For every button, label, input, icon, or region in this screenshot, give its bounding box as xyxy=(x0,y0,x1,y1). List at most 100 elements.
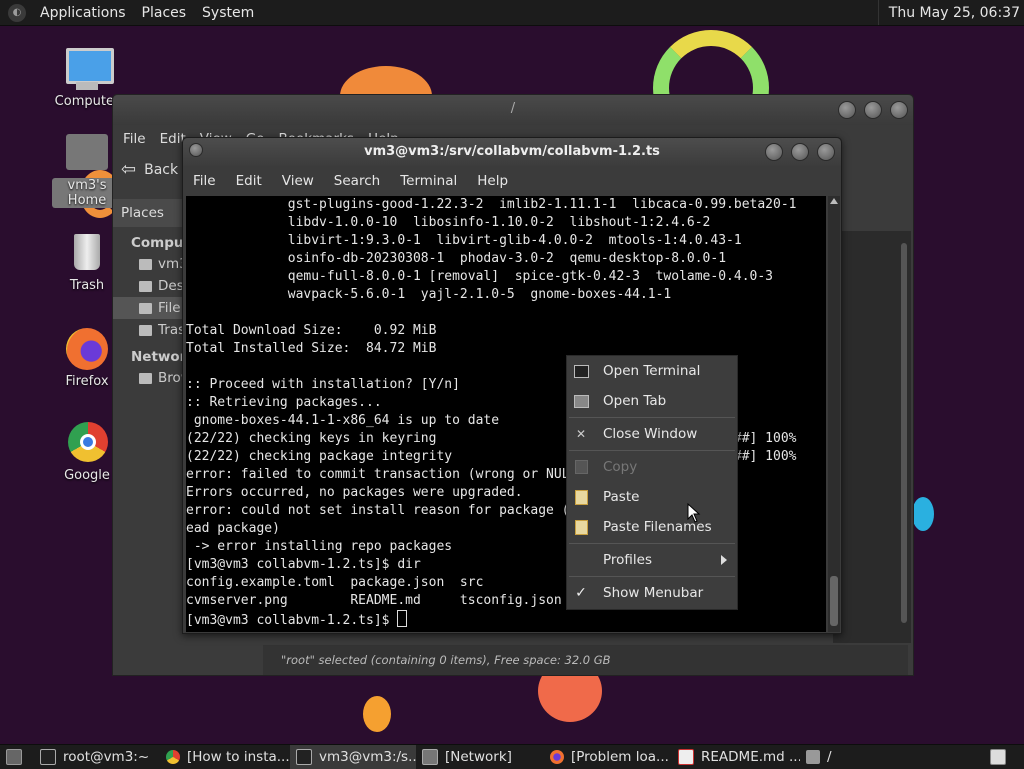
network-icon xyxy=(422,749,438,765)
taskbar-item-readme[interactable]: README.md ... xyxy=(672,745,800,769)
close-icon: ✕ xyxy=(575,427,587,441)
taskbar-item-label: / xyxy=(827,749,832,765)
terminal-window: vm3@vm3:/srv/collabvm/collabvm-1.2.ts Fi… xyxy=(182,137,842,634)
taskbar-item-label: [How to insta... xyxy=(187,749,290,765)
terminal-line: osinfo-db-20230308-1 phodav-3.0-2 qemu-d… xyxy=(186,251,727,266)
scrollbar-thumb[interactable] xyxy=(830,576,838,626)
copy-icon xyxy=(573,459,589,475)
minimize-button[interactable] xyxy=(838,101,856,119)
places-sidebar: Places Computer vm3 Desktop File System … xyxy=(113,199,268,639)
window-menu-button[interactable] xyxy=(189,143,203,157)
close-button[interactable] xyxy=(817,143,835,161)
taskbar-item-label: vm3@vm3:/s... xyxy=(319,749,416,765)
menu-item-label: Copy xyxy=(603,459,638,475)
places-menu[interactable]: Places xyxy=(134,5,195,21)
workspace-icon xyxy=(990,749,1006,765)
taskbar-item-browser[interactable]: [How to insta... xyxy=(160,745,290,769)
taskbar-item-label: [Network] xyxy=(445,749,512,765)
places-header[interactable]: Places xyxy=(113,199,183,227)
terminal-line: gst-plugins-good-1.22.3-2 imlib2-1.11.1-… xyxy=(186,197,797,212)
sidebar-item-trash[interactable]: Trash xyxy=(113,319,194,341)
chrome-icon xyxy=(62,420,112,466)
file-manager-titlebar[interactable]: / xyxy=(113,95,913,125)
paste-icon xyxy=(573,519,589,535)
folder-icon xyxy=(806,750,820,764)
applications-menu[interactable]: Applications xyxy=(32,5,134,21)
workspace-switcher[interactable] xyxy=(984,745,1024,769)
taskbar-item-network[interactable]: [Network] xyxy=(416,745,544,769)
terminal-scrollbar[interactable] xyxy=(828,196,840,632)
fm-menu-file[interactable]: File xyxy=(123,131,146,147)
file-view-scrollbar[interactable] xyxy=(899,233,909,643)
close-button[interactable] xyxy=(890,101,908,119)
terminal-icon xyxy=(573,363,589,379)
clock[interactable]: Thu May 25, 06:37 xyxy=(877,0,1024,25)
term-menu-view[interactable]: View xyxy=(282,173,314,189)
terminal-line: Total Download Size: 0.92 MiB xyxy=(186,323,437,338)
new-tab-icon xyxy=(573,393,589,409)
home-folder-icon xyxy=(62,130,112,176)
home-icon xyxy=(139,258,152,270)
menu-separator xyxy=(569,450,735,451)
term-menu-help[interactable]: Help xyxy=(477,173,508,189)
menu-item-label: Profiles xyxy=(603,552,653,568)
paste-icon xyxy=(573,489,589,505)
menu-item-label: Open Terminal xyxy=(603,363,701,379)
terminal-prompt-line: [vm3@vm3 collabvm-1.2.ts]$ xyxy=(186,610,826,628)
taskbar-item-label: root@vm3:~ xyxy=(63,749,150,765)
desktop-icon xyxy=(139,280,152,292)
back-arrow-icon: ⇦ xyxy=(121,159,137,180)
term-menu-search[interactable]: Search xyxy=(334,173,380,189)
show-desktop-button[interactable] xyxy=(0,745,34,769)
scrollbar-thumb[interactable] xyxy=(901,243,907,623)
terminal-cursor xyxy=(397,610,408,627)
distro-logo-icon[interactable]: ◐ xyxy=(8,3,26,22)
show-desktop-icon xyxy=(6,749,22,765)
maximize-button[interactable] xyxy=(791,143,809,161)
back-button[interactable]: ⇦ Back xyxy=(121,159,178,180)
terminal-line: wavpack-5.6.0-1 yajl-2.1.0-5 gnome-boxes… xyxy=(186,287,672,302)
menu-separator xyxy=(569,417,735,418)
sidebar-item-home[interactable]: vm3 xyxy=(113,253,188,275)
menu-item-label: Paste xyxy=(603,489,640,505)
trash-icon xyxy=(139,324,152,336)
taskbar-item-root-terminal[interactable]: root@vm3:~ xyxy=(34,745,160,769)
taskbar: root@vm3:~ [How to insta... vm3@vm3:/s..… xyxy=(0,744,1024,769)
menu-item-copy: Copy xyxy=(567,452,737,482)
taskbar-item-firefox[interactable]: [Problem loa... xyxy=(544,745,672,769)
system-menu[interactable]: System xyxy=(194,5,262,21)
menu-item-show-menubar[interactable]: ✓ Show Menubar xyxy=(567,578,737,608)
taskbar-item-label: [Problem loa... xyxy=(571,749,669,765)
menu-item-label: Close Window xyxy=(603,426,698,442)
file-manager-title: / xyxy=(510,101,516,116)
computer-icon xyxy=(62,46,114,92)
term-menu-edit[interactable]: Edit xyxy=(236,173,262,189)
terminal-line: libvirt-1:9.3.0-1 libvirt-glib-4.0.0-2 m… xyxy=(186,233,742,248)
drive-icon xyxy=(139,302,152,314)
sidebar-item-desktop[interactable]: Desktop xyxy=(113,275,214,297)
sidebar-item-browse-network[interactable]: Browse Network xyxy=(113,367,268,389)
wallpaper-orange-dot xyxy=(363,696,391,732)
terminal-line: libdv-1.0.0-10 libosinfo-1.10.0-2 libsho… xyxy=(186,215,711,230)
sidebar-item-file-system[interactable]: File System xyxy=(113,297,235,319)
menu-item-profiles[interactable]: Profiles xyxy=(567,545,737,575)
menu-item-close-window[interactable]: ✕ Close Window xyxy=(567,419,737,449)
term-menu-terminal[interactable]: Terminal xyxy=(400,173,457,189)
menu-item-label: Show Menubar xyxy=(603,585,704,601)
maximize-button[interactable] xyxy=(864,101,882,119)
firefox-icon xyxy=(550,750,564,764)
menu-item-paste[interactable]: Paste xyxy=(567,482,737,512)
check-icon: ✓ xyxy=(575,585,587,601)
terminal-titlebar[interactable]: vm3@vm3:/srv/collabvm/collabvm-1.2.ts xyxy=(183,138,841,166)
menu-item-open-terminal[interactable]: Open Terminal xyxy=(567,356,737,386)
scroll-up-arrow-icon[interactable] xyxy=(830,198,838,204)
firefox-icon xyxy=(62,326,112,372)
taskbar-item-root-folder[interactable]: / xyxy=(800,745,920,769)
menu-item-open-tab[interactable]: Open Tab xyxy=(567,386,737,416)
menu-item-paste-filenames[interactable]: Paste Filenames xyxy=(567,512,737,542)
minimize-button[interactable] xyxy=(765,143,783,161)
terminal-icon xyxy=(40,749,56,765)
term-menu-file[interactable]: File xyxy=(193,173,216,189)
taskbar-item-vm3-terminal[interactable]: vm3@vm3:/s... xyxy=(290,745,416,769)
